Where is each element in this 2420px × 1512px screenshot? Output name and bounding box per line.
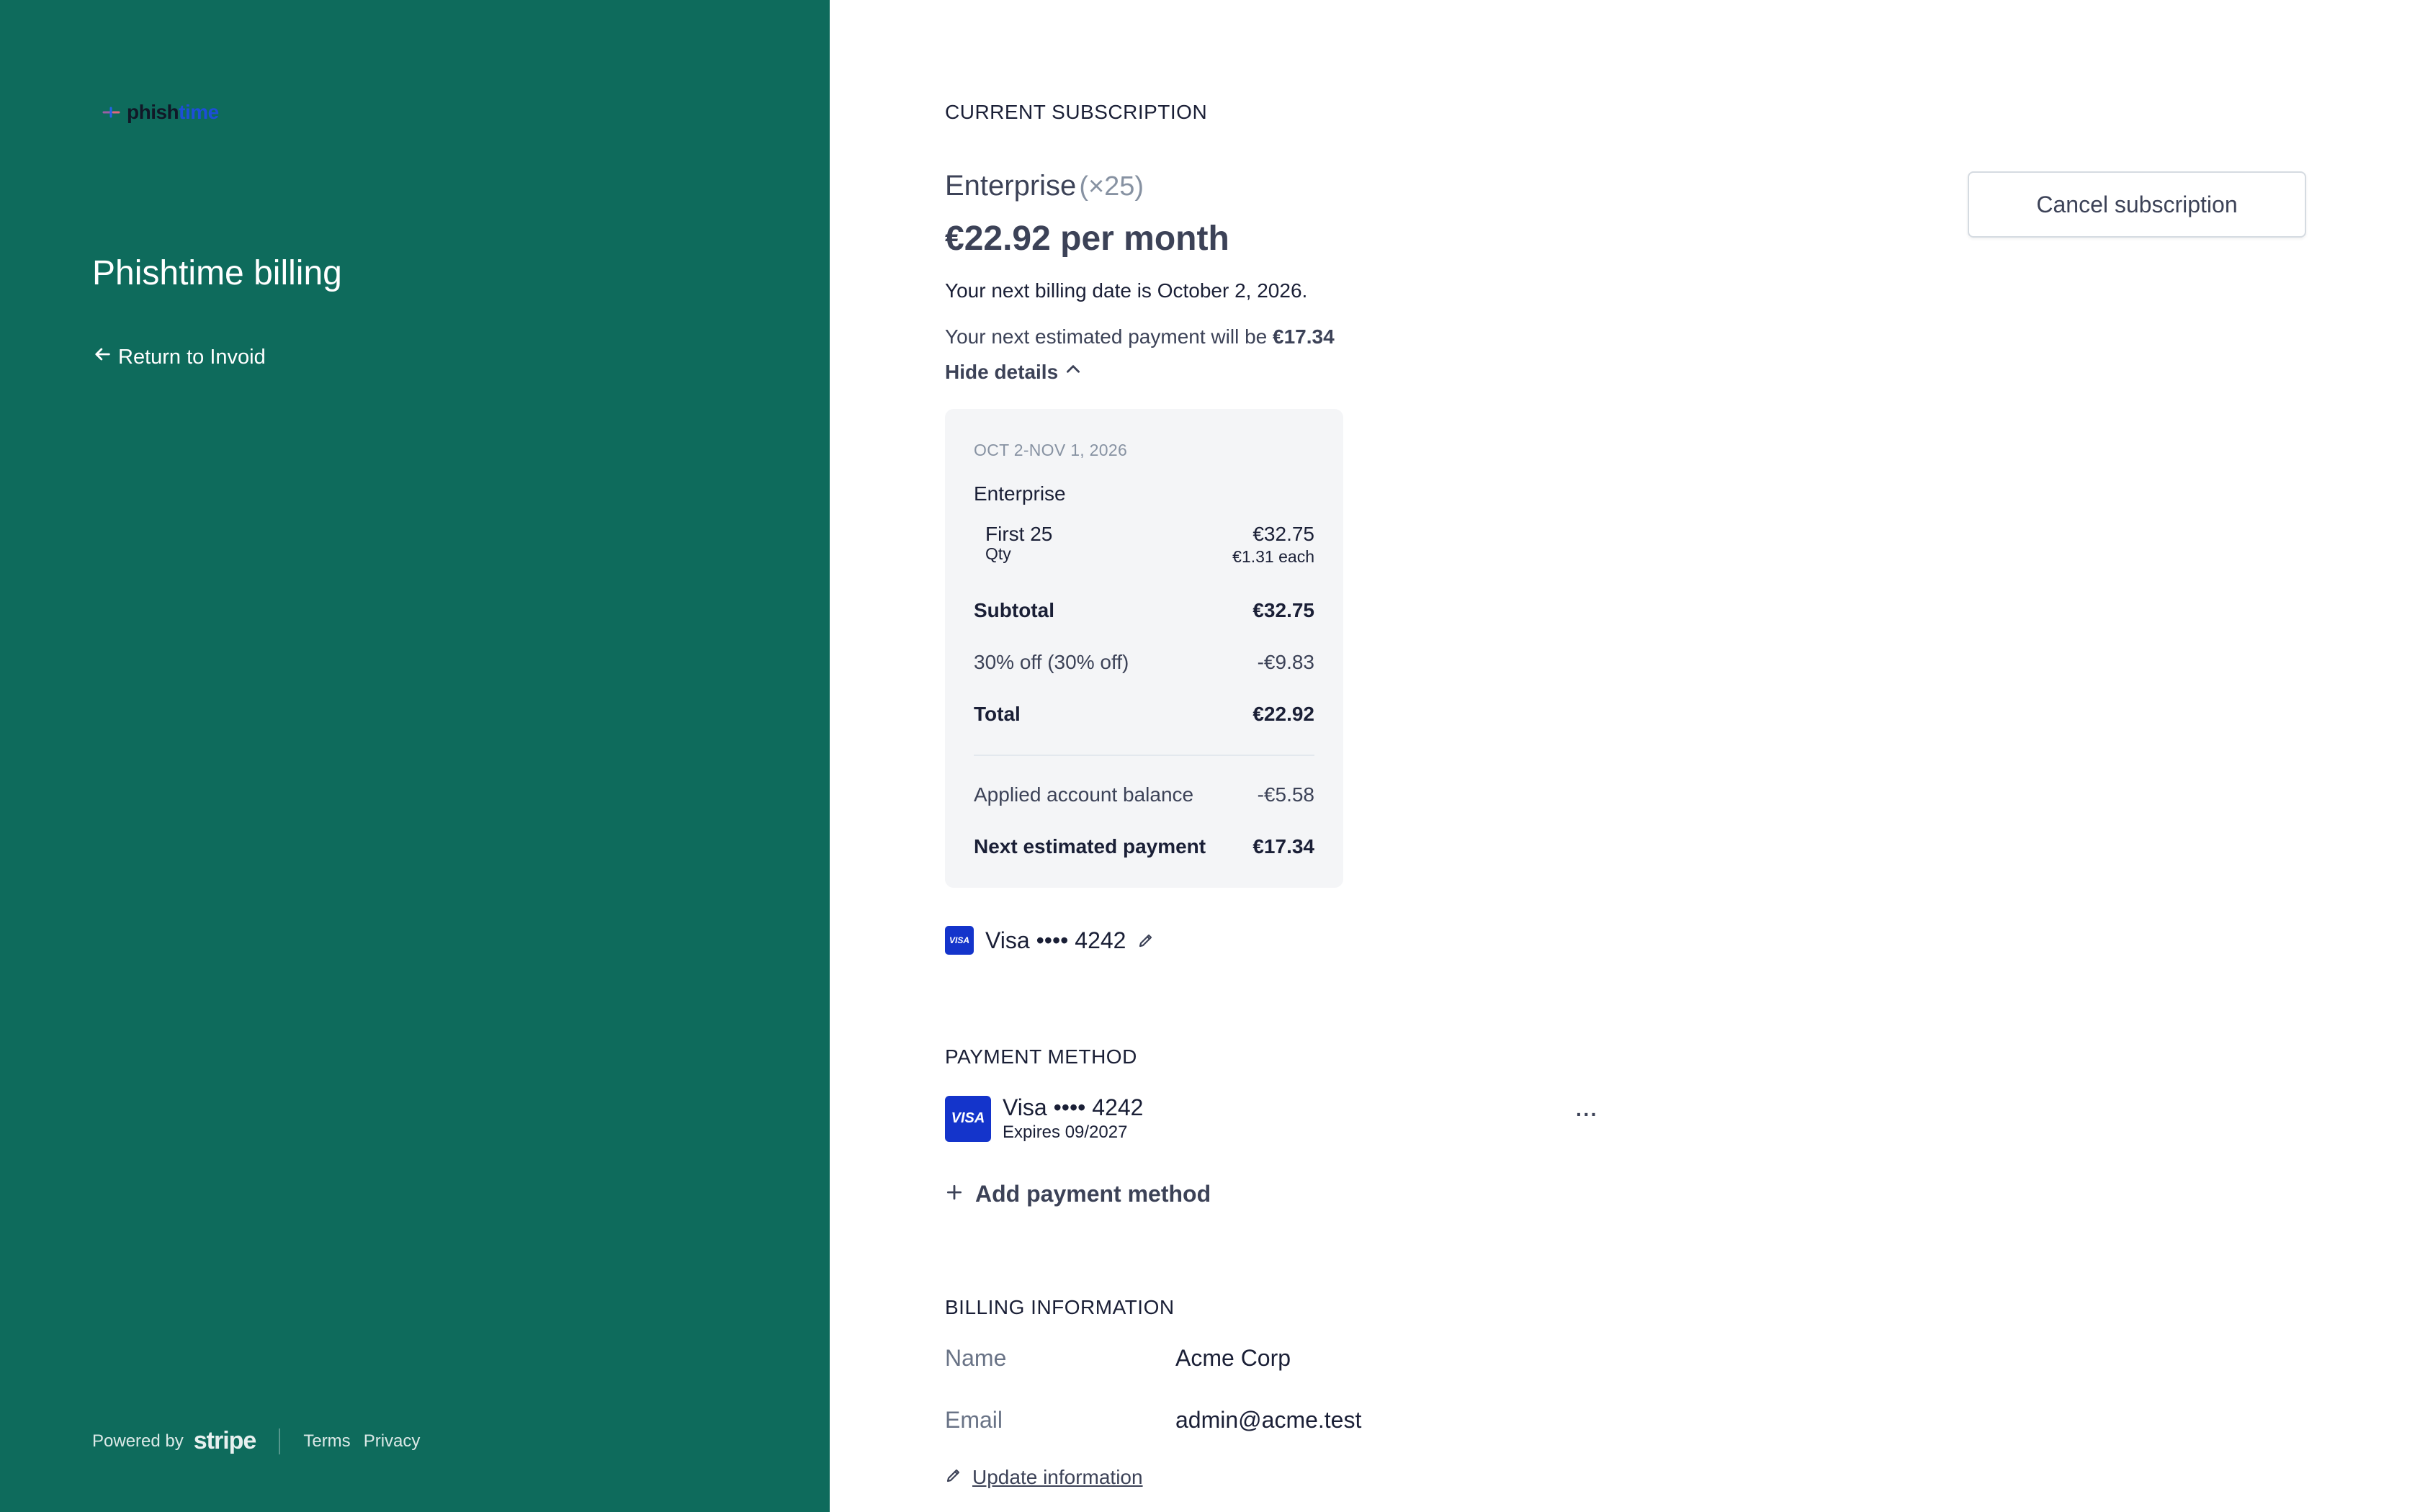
return-link-label: Return to Invoid [118,345,266,369]
email-label: Email [945,1407,1003,1433]
details-product-row: Enterprise [974,482,1314,505]
footer-divider [279,1428,281,1454]
total-value: €22.92 [1252,703,1314,725]
brand-logo: phishtime [101,101,219,124]
details-divider [974,755,1314,756]
name-value: Acme Corp [1175,1345,1291,1371]
tier-label: First 25 [985,523,1053,545]
subtotal-label: Subtotal [974,599,1054,621]
discount-value: -€9.83 [1257,651,1314,673]
subtotal-value: €32.75 [1252,599,1314,621]
balance-value: -€5.58 [1257,783,1314,806]
tier-amount: €32.75 [1252,523,1314,545]
page-title: Phishtime billing [92,254,342,292]
edit-card-pencil-icon[interactable] [1137,932,1155,949]
terms-link[interactable]: Terms [303,1431,350,1452]
plan-name: Enterprise [945,170,1077,202]
next-payment-value: €17.34 [1252,835,1314,858]
next-billing-date: Your next billing date is October 2, 202… [945,279,1308,302]
plus-icon [945,1181,964,1207]
next-payment-label: Next estimated payment [974,835,1206,858]
visa-icon: VISA [945,926,974,955]
tier-amount-group: €32.75 €1.31 each [1232,523,1314,567]
payment-method-text: Visa •••• 4242 Expires 09/2027 [1003,1094,1143,1143]
footer-links: Terms Privacy [303,1431,420,1452]
hide-details-toggle[interactable]: Hide details [945,360,1083,384]
pencil-icon [945,1466,962,1489]
tier-sub-label: Qty [985,544,1011,563]
payment-method-expiry: Expires 09/2027 [1003,1122,1128,1142]
total-label: Total [974,703,1021,725]
subtotal-row: Subtotal €32.75 [974,599,1314,622]
fish-hook-icon [101,102,122,123]
next-payment-text: Your next estimated payment will be [945,325,1273,348]
subscription-card: VISA Visa •••• 4242 [945,926,1155,955]
email-value: admin@acme.test [1175,1407,1362,1433]
payment-method-heading: PAYMENT METHOD [945,1045,1137,1068]
tier-label-group: First 25 Qty [985,523,1052,567]
payment-method-label: Visa •••• 4242 [1003,1094,1144,1120]
cancel-subscription-button[interactable]: Cancel subscription [1968,171,2306,238]
plan-price: €22.92 per month [945,220,1229,258]
visa-icon: VISA [945,1095,991,1142]
invoice-details-panel: OCT 2-NOV 1, 2026 Enterprise First 25 Qt… [945,409,1343,888]
name-label: Name [945,1345,1007,1371]
discount-row: 30% off (30% off) -€9.83 [974,651,1314,674]
sidebar: phishtime Phishtime billing Return to In… [0,0,830,1512]
next-payment-row: Next estimated payment €17.34 [974,835,1314,858]
add-payment-method-button[interactable]: Add payment method [945,1181,1211,1207]
update-information-link[interactable]: Update information [945,1466,1143,1489]
discount-label: 30% off (30% off) [974,651,1129,673]
powered-by-stripe[interactable]: Powered by stripe [92,1427,256,1455]
tier-unit-price: €1.31 each [1232,547,1314,566]
next-estimated-payment: Your next estimated payment will be €17.… [945,325,1335,348]
sidebar-footer: Powered by stripe Terms Privacy [92,1427,420,1455]
return-link[interactable]: Return to Invoid [92,344,266,370]
balance-label: Applied account balance [974,783,1194,806]
stripe-logo: stripe [193,1427,257,1454]
powered-by-label: Powered by [92,1431,184,1451]
payment-method-item: VISA Visa •••• 4242 Expires 09/2027 [945,1094,1143,1143]
hide-details-label: Hide details [945,360,1059,383]
main-content: CURRENT SUBSCRIPTION Enterprise (×25) €22… [945,0,2313,1512]
update-information-label: Update information [972,1466,1143,1488]
logo-text: phishtime [127,101,219,123]
balance-row: Applied account balance -€5.58 [974,783,1314,806]
next-payment-amount: €17.34 [1273,325,1335,348]
current-subscription-heading: CURRENT SUBSCRIPTION [945,101,1208,123]
plan-title: Enterprise (×25) [945,170,1144,202]
billing-period: OCT 2-NOV 1, 2026 [974,441,1128,459]
subscription-card-label: Visa •••• 4242 [985,927,1126,953]
arrow-left-icon [92,344,112,370]
details-product-name: Enterprise [974,482,1066,505]
chevron-up-icon [1064,360,1083,384]
total-row: Total €22.92 [974,703,1314,726]
tier-row: First 25 Qty €32.75 €1.31 each [985,523,1314,567]
billing-information-heading: BILLING INFORMATION [945,1296,1175,1318]
privacy-link[interactable]: Privacy [364,1431,421,1452]
more-options-icon[interactable]: ··· [1576,1103,1598,1126]
add-payment-method-label: Add payment method [975,1181,1211,1207]
plan-quantity: (×25) [1079,171,1144,202]
